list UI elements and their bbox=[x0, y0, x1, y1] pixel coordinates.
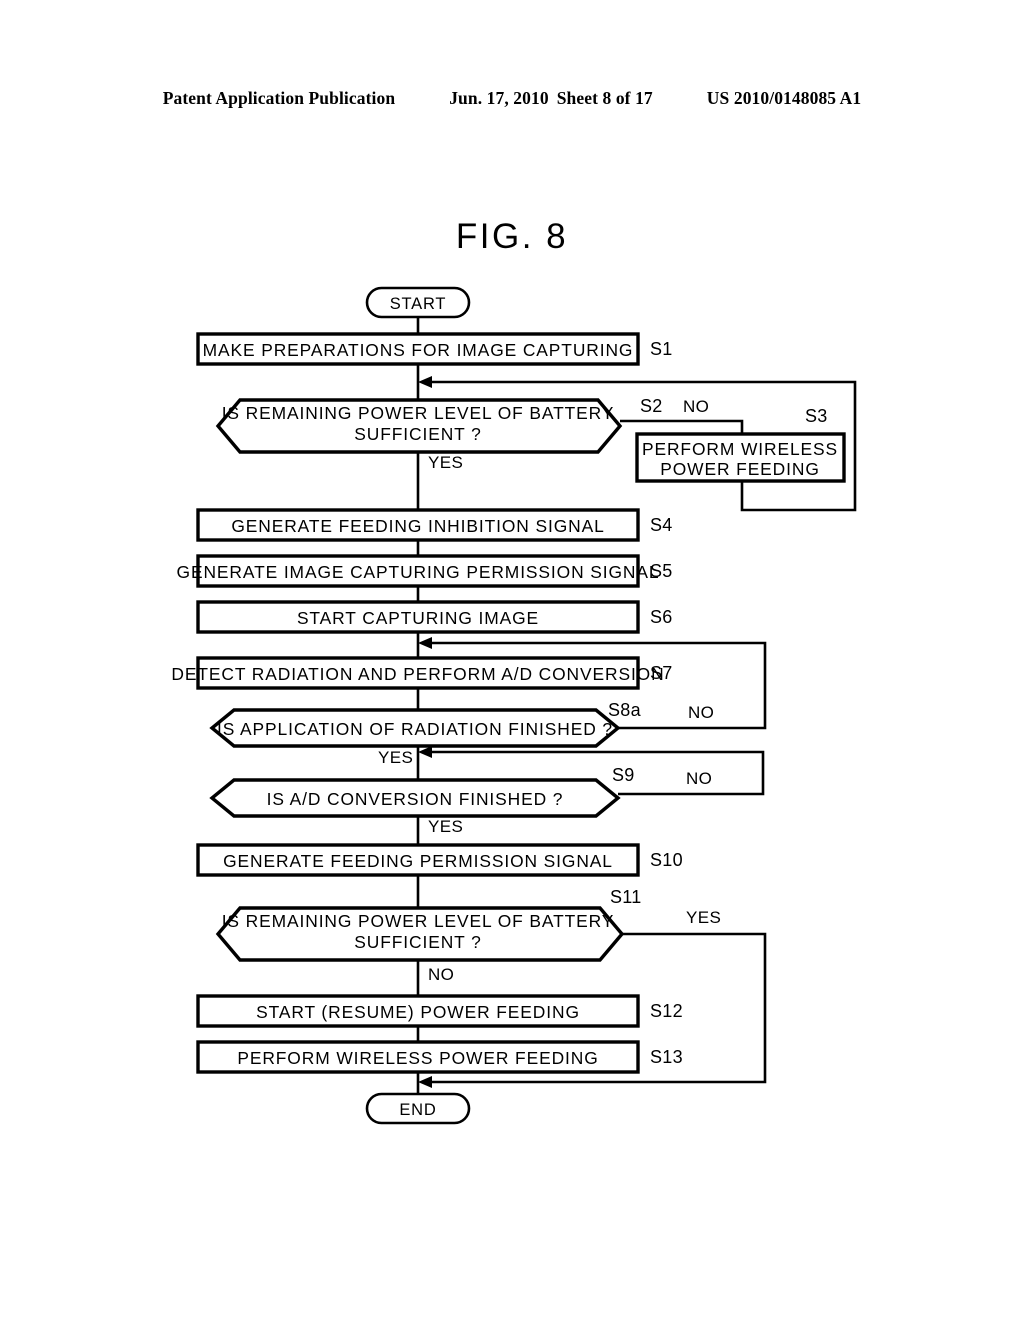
s9-branch-yes-label: YES bbox=[428, 817, 463, 836]
end-terminator-label: END bbox=[399, 1101, 436, 1119]
s11-branch-no-label: NO bbox=[428, 965, 454, 984]
s8a-branch-no-label: NO bbox=[688, 703, 714, 722]
s2-step-label: S2 bbox=[640, 396, 663, 416]
s3-text-line1: PERFORM WIRELESS bbox=[642, 439, 838, 459]
s5-step-label: S5 bbox=[650, 561, 673, 581]
s6-text: START CAPTURING IMAGE bbox=[297, 608, 539, 628]
node-s3: PERFORM WIRELESS POWER FEEDING S3 bbox=[635, 406, 846, 483]
node-s7: DETECT RADIATION AND PERFORM A/D CONVERS… bbox=[171, 656, 673, 690]
s5-text: GENERATE IMAGE CAPTURING PERMISSION SIGN… bbox=[177, 562, 660, 582]
s11-text-line2: SUFFICIENT ? bbox=[354, 932, 481, 952]
s2-branch-no-label: NO bbox=[683, 397, 709, 416]
patent-figure-page: Patent Application Publication Jun. 17, … bbox=[0, 0, 1024, 1320]
s13-step-label: S13 bbox=[650, 1047, 683, 1067]
s11-branch-yes-label: YES bbox=[686, 908, 721, 927]
arrowhead-s8a-return bbox=[418, 637, 432, 649]
s8a-text: IS APPLICATION OF RADIATION FINISHED ? bbox=[217, 719, 613, 739]
s10-text: GENERATE FEEDING PERMISSION SIGNAL bbox=[223, 851, 613, 871]
s4-text: GENERATE FEEDING INHIBITION SIGNAL bbox=[231, 516, 604, 536]
s6-step-label: S6 bbox=[650, 607, 673, 627]
arrowhead-s9-return bbox=[418, 746, 432, 758]
s10-step-label: S10 bbox=[650, 850, 683, 870]
node-s10: GENERATE FEEDING PERMISSION SIGNAL S10 bbox=[196, 843, 683, 877]
s3-step-label: S3 bbox=[805, 406, 828, 426]
arrowhead-s11-yes bbox=[418, 1076, 432, 1088]
start-terminator-label: START bbox=[390, 295, 447, 313]
node-s8a: IS APPLICATION OF RADIATION FINISHED ? S… bbox=[209, 700, 714, 767]
node-s5: GENERATE IMAGE CAPTURING PERMISSION SIGN… bbox=[177, 554, 673, 588]
node-s4: GENERATE FEEDING INHIBITION SIGNAL S4 bbox=[196, 508, 673, 542]
s12-step-label: S12 bbox=[650, 1001, 683, 1021]
node-s9: IS A/D CONVERSION FINISHED ? S9 NO YES bbox=[209, 765, 712, 836]
s12-text: START (RESUME) POWER FEEDING bbox=[256, 1002, 580, 1022]
figure-title: FIG. 8 bbox=[456, 217, 568, 256]
s13-text: PERFORM WIRELESS POWER FEEDING bbox=[237, 1048, 598, 1068]
s7-text: DETECT RADIATION AND PERFORM A/D CONVERS… bbox=[171, 664, 664, 684]
s1-step-label: S1 bbox=[650, 339, 673, 359]
node-s13: PERFORM WIRELESS POWER FEEDING S13 bbox=[196, 1040, 683, 1074]
s11-step-label: S11 bbox=[610, 887, 642, 907]
s8a-branch-yes-label: YES bbox=[378, 748, 413, 767]
s2-text-line1: IS REMAINING POWER LEVEL OF BATTERY bbox=[222, 403, 615, 423]
connector-s2-no-to-s3 bbox=[620, 419, 744, 434]
node-s11: IS REMAINING POWER LEVEL OF BATTERY SUFF… bbox=[215, 887, 721, 984]
s9-text: IS A/D CONVERSION FINISHED ? bbox=[267, 789, 564, 809]
node-s6: START CAPTURING IMAGE S6 bbox=[196, 600, 673, 634]
s2-text-line2: SUFFICIENT ? bbox=[354, 424, 481, 444]
s7-step-label: S7 bbox=[650, 663, 673, 683]
s3-text-line2: POWER FEEDING bbox=[660, 459, 820, 479]
node-s12: START (RESUME) POWER FEEDING S12 bbox=[196, 994, 683, 1028]
node-end: END bbox=[365, 1092, 471, 1125]
s1-text: MAKE PREPARATIONS FOR IMAGE CAPTURING bbox=[203, 340, 634, 360]
s8a-step-label: S8a bbox=[608, 700, 642, 720]
s9-step-label: S9 bbox=[612, 765, 635, 785]
s4-step-label: S4 bbox=[650, 515, 673, 535]
s11-text-line1: IS REMAINING POWER LEVEL OF BATTERY bbox=[222, 911, 615, 931]
s2-branch-yes-label: YES bbox=[428, 453, 463, 472]
node-s1: MAKE PREPARATIONS FOR IMAGE CAPTURING S1 bbox=[196, 332, 673, 366]
node-start: START bbox=[365, 286, 471, 319]
s9-branch-no-label: NO bbox=[686, 769, 712, 788]
arrowhead-s3-return bbox=[418, 376, 432, 388]
flowchart-figure: FIG. 8 START MAKE PREPARATIONS FOR IMAGE… bbox=[171, 217, 857, 1125]
